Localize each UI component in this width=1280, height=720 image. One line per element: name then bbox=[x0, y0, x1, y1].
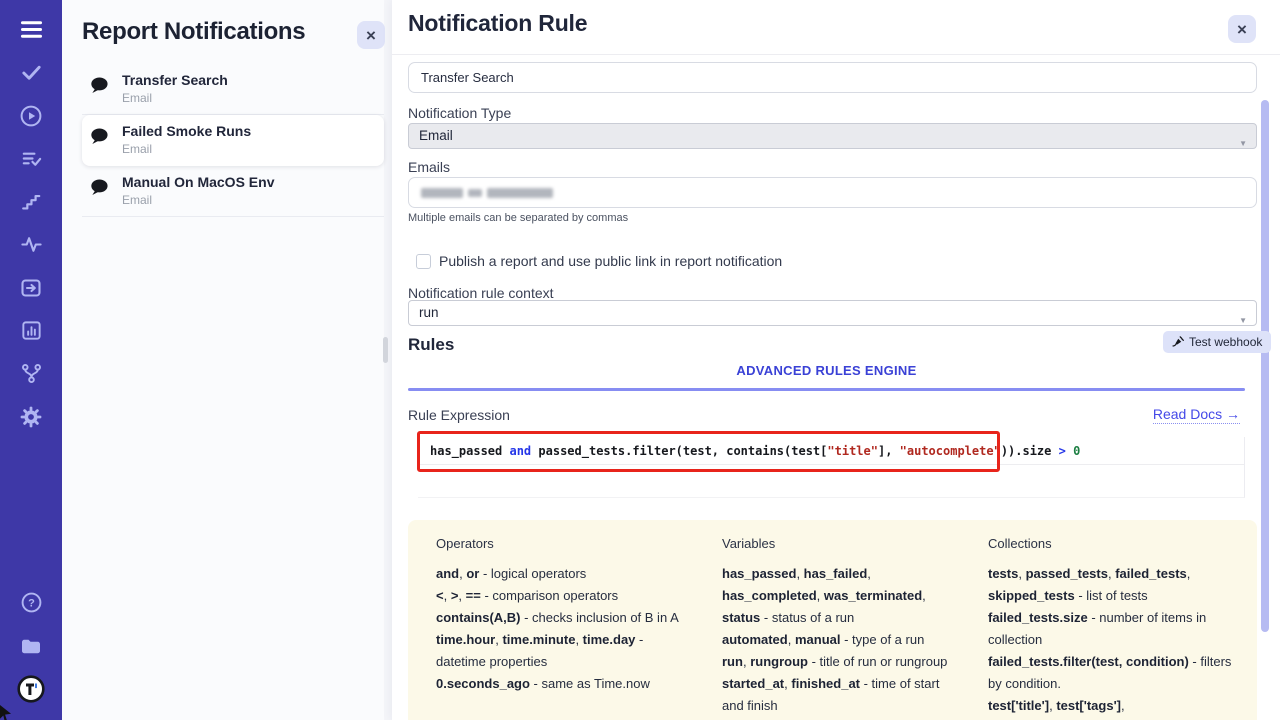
help-column-title: Operators bbox=[436, 536, 692, 551]
code-token: "autocomplete" bbox=[900, 444, 1001, 458]
panel-title: Report Notifications bbox=[82, 18, 305, 46]
header-divider bbox=[392, 54, 1280, 55]
help-line: 0.seconds_ago - same as Time.now bbox=[436, 673, 692, 695]
help-column-collections: Collections tests, passed_tests, failed_t… bbox=[988, 536, 1239, 720]
help-line: run, rungroup - title of run or rungroup bbox=[722, 651, 958, 673]
menu-icon[interactable] bbox=[0, 8, 62, 51]
read-docs-link[interactable]: Read Docs → bbox=[1153, 406, 1240, 424]
test-webhook-label: Test webhook bbox=[1189, 335, 1262, 349]
tab-advanced-rules-engine[interactable]: ADVANCED RULES ENGINE bbox=[408, 363, 1245, 378]
notification-list-item[interactable]: Manual On MacOS Env Email bbox=[82, 166, 384, 217]
folder-icon[interactable] bbox=[0, 624, 62, 667]
report-notifications-panel: Report Notifications × Transfer Search E… bbox=[62, 0, 384, 720]
modal-title: Notification Rule bbox=[408, 10, 587, 37]
active-tab-underline bbox=[408, 388, 1245, 391]
webhook-plug-icon bbox=[1172, 335, 1184, 350]
help-line: automated, manual - type of a run bbox=[722, 629, 958, 651]
code-token: passed_tests.filter(test, contains(test[ bbox=[531, 444, 827, 458]
help-circle-icon[interactable]: ? bbox=[0, 581, 62, 624]
check-icon[interactable] bbox=[0, 51, 62, 94]
modal-close-button[interactable]: × bbox=[1228, 15, 1256, 43]
steps-icon[interactable] bbox=[0, 180, 62, 223]
rules-help-panel: Operators and, or - logical operators<, >… bbox=[408, 520, 1257, 720]
rule-name-input[interactable] bbox=[408, 62, 1257, 93]
page-scrollbar[interactable] bbox=[383, 337, 388, 363]
help-line: started_at, finished_at - time of start … bbox=[722, 673, 958, 717]
notification-type: Email bbox=[122, 91, 374, 105]
chevron-down-icon: ▼ bbox=[1239, 132, 1247, 156]
svg-text:?: ? bbox=[28, 598, 35, 610]
sign-in-icon[interactable] bbox=[0, 266, 62, 309]
rule-context-label: Notification rule context bbox=[408, 285, 554, 301]
branch-icon[interactable] bbox=[0, 352, 62, 395]
chevron-down-icon: ▼ bbox=[1239, 309, 1247, 333]
redacted-email-block bbox=[487, 188, 553, 198]
code-token: ], bbox=[878, 444, 900, 458]
help-line: and, or - logical operators bbox=[436, 563, 692, 585]
logo-icon[interactable] bbox=[0, 667, 62, 710]
help-line: failed_tests.size - number of items in c… bbox=[988, 607, 1239, 651]
help-line: time.hour, time.minute, time.day - datet… bbox=[436, 629, 692, 673]
help-line: tests, passed_tests, failed_tests, skipp… bbox=[988, 563, 1239, 607]
help-column-variables: Variables has_passed, has_failed, has_com… bbox=[722, 536, 958, 720]
rule-expression-code[interactable]: has_passed and passed_tests.filter(test,… bbox=[418, 437, 1244, 465]
notification-list-item[interactable]: Transfer Search Email bbox=[82, 64, 384, 115]
notification-type-value: Email bbox=[419, 128, 453, 143]
activity-icon[interactable] bbox=[0, 223, 62, 266]
rules-heading: Rules bbox=[408, 335, 454, 355]
code-token: has_passed bbox=[430, 444, 509, 458]
code-token: )).size bbox=[1001, 444, 1059, 458]
test-webhook-button[interactable]: Test webhook bbox=[1163, 331, 1271, 353]
sidebar: ? bbox=[0, 0, 62, 720]
redacted-email-block bbox=[468, 189, 482, 197]
speech-bubble-icon bbox=[88, 75, 110, 101]
notification-type: Email bbox=[122, 142, 374, 156]
help-column-operators: Operators and, or - logical operators<, >… bbox=[436, 536, 692, 720]
rule-expression-label: Rule Expression bbox=[408, 407, 510, 423]
notification-title: Transfer Search bbox=[122, 72, 374, 88]
notification-rule-modal: Notification Rule × Notification Type Em… bbox=[392, 0, 1280, 720]
emails-label: Emails bbox=[408, 159, 450, 175]
notification-type-select[interactable]: Email ▼ bbox=[408, 123, 1257, 149]
bar-chart-icon[interactable] bbox=[0, 309, 62, 352]
speech-bubble-icon bbox=[88, 177, 110, 203]
notification-title: Failed Smoke Runs bbox=[122, 123, 374, 139]
help-column-title: Collections bbox=[988, 536, 1239, 551]
sidebar-top-icons bbox=[0, 8, 62, 438]
emails-helper-text: Multiple emails can be separated by comm… bbox=[408, 212, 628, 224]
sidebar-bottom-icons: ? bbox=[0, 581, 62, 710]
help-line: contains(A,B) - checks inclusion of B in… bbox=[436, 607, 692, 629]
code-token: > bbox=[1059, 444, 1073, 458]
rule-expression-editor[interactable]: has_passed and passed_tests.filter(test,… bbox=[418, 437, 1245, 498]
notification-type-label: Notification Type bbox=[408, 105, 511, 121]
emails-input[interactable] bbox=[408, 177, 1257, 208]
panel-close-button[interactable]: × bbox=[357, 21, 385, 49]
modal-scrollbar[interactable] bbox=[1261, 100, 1269, 632]
notification-list-item[interactable]: Failed Smoke Runs Email bbox=[82, 115, 384, 166]
help-line: <, >, == - comparison operators bbox=[436, 585, 692, 607]
code-token: 0 bbox=[1073, 444, 1080, 458]
notification-type: Email bbox=[122, 193, 374, 207]
notification-list: Transfer Search Email Failed Smoke Runs … bbox=[82, 64, 384, 217]
notification-title: Manual On MacOS Env bbox=[122, 174, 374, 190]
redacted-email-block bbox=[421, 188, 463, 198]
help-line: test['title'], test['tags'], test['descr… bbox=[988, 695, 1239, 720]
help-column-title: Variables bbox=[722, 536, 958, 551]
publish-report-label: Publish a report and use public link in … bbox=[439, 253, 782, 269]
gear-icon[interactable] bbox=[0, 395, 62, 438]
rule-context-value: run bbox=[419, 305, 439, 320]
play-circle-icon[interactable] bbox=[0, 94, 62, 137]
list-check-icon[interactable] bbox=[0, 137, 62, 180]
code-token: and bbox=[509, 444, 531, 458]
publish-report-checkbox[interactable] bbox=[416, 254, 431, 269]
rule-context-select[interactable]: run ▼ bbox=[408, 300, 1257, 326]
speech-bubble-icon bbox=[88, 126, 110, 152]
help-line: has_passed, has_failed, has_completed, w… bbox=[722, 563, 958, 629]
code-token: "title" bbox=[827, 444, 878, 458]
help-line: failed_tests.filter(test, condition) - f… bbox=[988, 651, 1239, 695]
